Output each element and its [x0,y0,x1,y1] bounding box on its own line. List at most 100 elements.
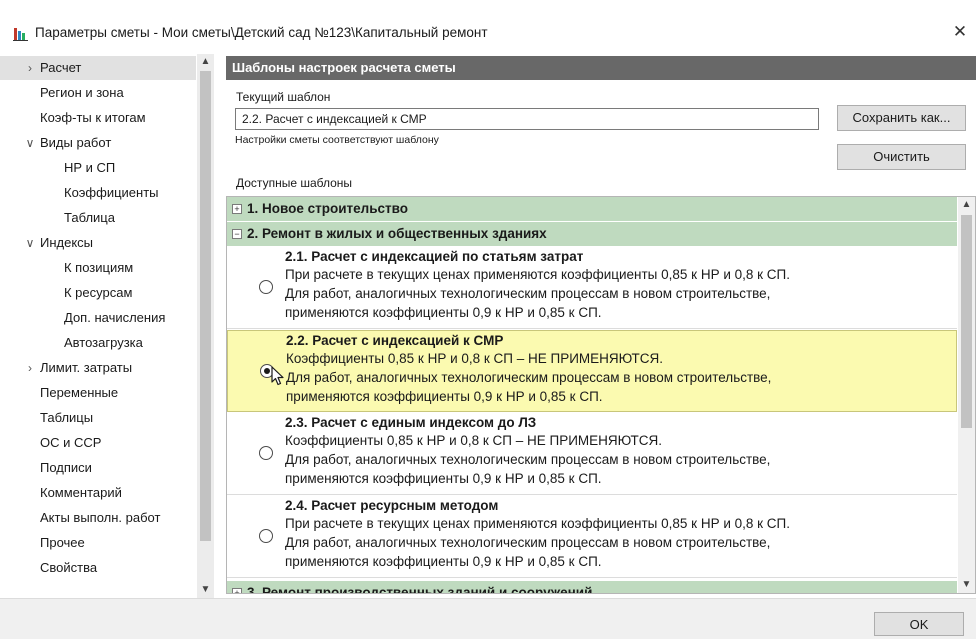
dialog-footer: OK [0,598,976,639]
section-header: Шаблоны настроек расчета сметы [226,56,976,80]
template-title: 2.1. Расчет с индексацией по статьям зат… [285,249,584,264]
template-desc-line: применяются коэффициенты 0,9 к НР и 0,85… [285,305,602,320]
sidebar-item-label: Автозагрузка [64,335,143,350]
main-panel: Шаблоны настроек расчета сметы Текущий ш… [226,50,976,598]
mouse-pointer-icon [271,366,284,386]
template-list-scrollbar[interactable]: ▲ ▼ [958,197,975,593]
sidebar-item-region[interactable]: Регион и зона [0,81,196,105]
template-desc-line: Коэффициенты 0,85 к НР и 0,8 к СП – НЕ П… [285,433,663,448]
current-template-field[interactable] [235,108,819,130]
sidebar-item-label: НР и СП [64,160,116,175]
sidebar-item-nr-sp[interactable]: НР и СП [0,156,196,180]
sidebar-item-label: Расчет [40,60,82,75]
sidebar-item-extra-charges[interactable]: Доп. начисления [0,306,196,330]
available-templates-label: Доступные шаблоны [236,176,353,190]
sidebar-item-label: Лимит. затраты [40,360,133,375]
sidebar-item-acts[interactable]: Акты выполн. работ [0,506,196,530]
template-group-industrial-repair[interactable]: + 3. Ремонт производственных зданий и со… [227,581,957,594]
sidebar-item-label: Доп. начисления [64,310,166,325]
sidebar-item-label: Комментарий [40,485,122,500]
chevron-down-icon[interactable]: ∨ [24,231,36,255]
scrollbar-thumb[interactable] [961,215,972,428]
sidebar-item-label: Виды работ [40,135,112,150]
sidebar-item-label: Таблица [64,210,115,225]
sidebar-item-limit-costs[interactable]: › Лимит. затраты [0,356,196,380]
template-radio[interactable] [259,446,273,460]
sidebar-item-os-ssr[interactable]: ОС и ССР [0,431,196,455]
sidebar-item-label: ОС и ССР [40,435,102,450]
sidebar-item-label: Свойства [40,560,98,575]
sidebar-item-label: Таблицы [40,410,94,425]
scroll-down-icon[interactable]: ▼ [958,577,975,593]
sidebar-item-label: Индексы [40,235,94,250]
template-item[interactable]: 2.3. Расчет с единым индексом до ЛЗ Коэф… [227,413,957,495]
current-template-label: Текущий шаблон [236,90,331,104]
template-desc-line: Для работ, аналогичных технологическим п… [285,452,771,467]
template-desc-line: Для работ, аналогичных технологическим п… [286,370,772,385]
template-desc-line: Коэффициенты 0,85 к НР и 0,8 к СП – НЕ П… [286,351,664,366]
sidebar-item-label: Регион и зона [40,85,124,100]
sidebar-item-label: Акты выполн. работ [40,510,161,525]
window-title: Параметры сметы - Мои сметы\Детский сад … [35,25,488,40]
sidebar-item-table[interactable]: Таблица [0,206,196,230]
template-desc-line: Для работ, аналогичных технологическим п… [285,286,771,301]
chevron-right-icon[interactable]: › [24,56,36,80]
sidebar-item-to-positions[interactable]: К позициям [0,256,196,280]
template-desc-line: Для работ, аналогичных технологическим п… [285,535,771,550]
sidebar-item-tables[interactable]: Таблицы [0,406,196,430]
template-radio[interactable] [259,280,273,294]
template-item-selected[interactable]: 2.2. Расчет с индексацией к СМР Коэффици… [227,330,957,412]
template-group-new-construction[interactable]: + 1. Новое строительство [227,197,957,221]
template-list: + 1. Новое строительство − 2. Ремонт в ж… [226,196,976,594]
group-title: 3. Ремонт производственных зданий и соор… [247,585,593,594]
ok-button[interactable]: OK [874,612,964,636]
expand-icon[interactable]: + [232,204,242,214]
sidebar-item-autoload[interactable]: Автозагрузка [0,331,196,355]
scroll-up-icon[interactable]: ▲ [958,197,975,213]
sidebar-item-label: Подписи [40,460,92,475]
template-desc-line: При расчете в текущих ценах применяются … [285,516,790,531]
close-icon[interactable]: ✕ [948,20,972,44]
template-desc-line: При расчете в текущих ценах применяются … [285,267,790,282]
template-desc-line: применяются коэффициенты 0,9 к НР и 0,85… [286,389,603,404]
sidebar-item-label: Коэффициенты [64,185,159,200]
sidebar-item-to-resources[interactable]: К ресурсам [0,281,196,305]
sidebar-item-work-types[interactable]: ∨ Виды работ [0,131,196,155]
sidebar: › Расчет Регион и зона Коэф-ты к итогам … [0,50,220,598]
expand-icon[interactable]: + [232,588,242,593]
sidebar-item-label: К ресурсам [64,285,133,300]
sidebar-item-coef-totals[interactable]: Коэф-ты к итогам [0,106,196,130]
sidebar-item-comment[interactable]: Комментарий [0,481,196,505]
title-bar: Параметры сметы - Мои сметы\Детский сад … [0,0,976,50]
template-group-residential-repair[interactable]: − 2. Ремонт в жилых и общественных здани… [227,222,957,246]
app-grid-icon [13,27,28,41]
template-title: 2.3. Расчет с единым индексом до ЛЗ [285,415,537,430]
chevron-right-icon[interactable]: › [24,356,36,380]
sidebar-item-other[interactable]: Прочее [0,531,196,555]
sidebar-scrollbar[interactable]: ▲ ▼ [197,54,214,598]
save-as-button[interactable]: Сохранить как... [837,105,966,131]
match-note: Настройки сметы соответствуют шаблону [235,134,439,146]
radio-dot-icon [264,368,270,374]
chevron-down-icon[interactable]: ∨ [24,131,36,155]
template-item[interactable]: 2.4. Расчет ресурсным методом При расчет… [227,496,957,578]
template-item[interactable]: 2.1. Расчет с индексацией по статьям зат… [227,247,957,329]
sidebar-item-variables[interactable]: Переменные [0,381,196,405]
scroll-up-icon[interactable]: ▲ [197,54,214,70]
template-desc-line: применяются коэффициенты 0,9 к НР и 0,85… [285,554,602,569]
group-title: 1. Новое строительство [247,201,409,216]
template-radio[interactable] [259,529,273,543]
sidebar-item-label: Прочее [40,535,85,550]
sidebar-item-raschet[interactable]: › Расчет [0,56,196,80]
collapse-icon[interactable]: − [232,229,242,239]
sidebar-item-label: Переменные [40,385,119,400]
sidebar-item-label: К позициям [64,260,134,275]
scrollbar-thumb[interactable] [200,71,211,541]
template-title: 2.4. Расчет ресурсным методом [285,498,499,513]
scroll-down-icon[interactable]: ▼ [197,582,214,598]
sidebar-item-properties[interactable]: Свойства [0,556,196,580]
clear-button[interactable]: Очистить [837,144,966,170]
sidebar-item-indexes[interactable]: ∨ Индексы [0,231,196,255]
sidebar-item-coefficients[interactable]: Коэффициенты [0,181,196,205]
sidebar-item-signatures[interactable]: Подписи [0,456,196,480]
